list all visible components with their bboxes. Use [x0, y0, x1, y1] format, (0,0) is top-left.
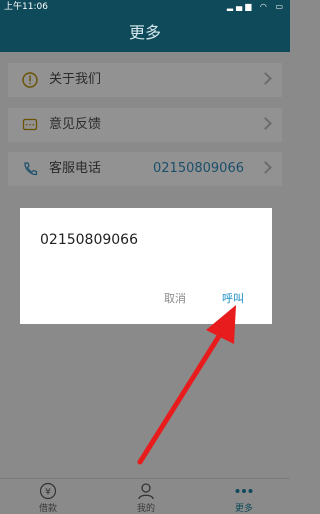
annotation-arrow-icon — [137, 305, 236, 465]
